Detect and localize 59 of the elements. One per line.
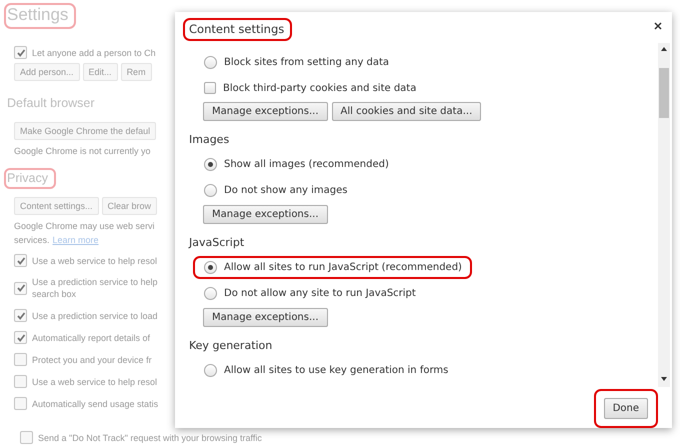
checkbox-label: Block third-party cookies and site data [223,82,416,94]
radio-button[interactable] [204,287,217,300]
radio-button[interactable] [204,56,217,69]
scrollbar[interactable] [658,43,670,387]
radio-label: Block sites from setting any data [224,57,390,68]
description-text: services. [14,235,50,245]
checkbox[interactable] [14,254,27,267]
checkbox-label: Use a prediction service to load [32,310,158,322]
checkbox-label: Automatically send usage statis [32,398,158,410]
checkbox[interactable] [14,375,27,388]
dialog-title: Content settings [183,18,292,41]
radio-label: Allow all sites to use key generation in forms [224,365,448,376]
checkbox[interactable] [14,397,27,410]
settings-button[interactable]: Clear brow [102,197,158,215]
checkbox-label: Let anyone add a person to Ch [32,46,156,58]
radio-button[interactable] [204,158,217,171]
checkbox[interactable] [14,331,27,344]
close-icon[interactable] [654,22,662,30]
checkbox-label: Automatically report details of [32,332,150,344]
checkbox-label: Use a prediction service to help search box [32,276,158,300]
section-heading: Images [189,133,230,146]
dialog-button[interactable]: Manage exceptions... [203,205,328,224]
scroll-up-arrow-icon[interactable] [661,47,667,51]
scrollbar-thumb[interactable] [659,68,669,118]
section-heading: JavaScript [189,236,246,249]
dialog-button[interactable]: Manage exceptions... [203,102,328,121]
page-title: Settings [4,3,76,29]
radio-label: Allow all sites to run JavaScript (recommended) [224,262,462,273]
description-text: Google Chrome is not currently yo [14,146,152,156]
settings-button[interactable]: Edit... [82,63,118,81]
radio-label: Show all images (recommended) [224,159,389,170]
checkbox[interactable] [14,282,27,294]
done-button[interactable]: Done [604,398,648,419]
radio-button[interactable] [204,261,217,274]
settings-button[interactable]: Make Google Chrome the defaul [14,122,156,140]
checkbox-label: Protect you and your device fr [32,354,152,366]
learn-more-link[interactable]: Learn more [52,235,99,245]
settings-button[interactable]: Content settings... [14,197,99,215]
scroll-down-arrow-icon[interactable] [661,377,667,381]
checkbox[interactable] [14,309,27,322]
checkbox-label: Use a web service to help resol [32,254,158,266]
checkbox[interactable] [20,431,33,444]
checkbox[interactable] [14,46,27,59]
radio-button[interactable] [204,184,217,197]
section-heading: Privacy [4,168,56,189]
description-text: Google Chrome may use web servi [14,221,156,231]
settings-button[interactable]: Add person... [14,63,80,81]
checkbox-label: Use a web service to help resol [32,376,158,388]
radio-label: Do not allow any site to run JavaScript [224,288,416,299]
checkbox-label: Send a "Do Not Track" request with your browsing traffic [38,432,262,444]
dialog-button[interactable]: All cookies and site data... [332,102,482,121]
radio-button[interactable] [204,364,217,377]
radio-label: Do not show any images [224,185,348,196]
checkbox[interactable] [204,82,216,94]
section-heading: Key generation [189,339,274,352]
section-heading: Default browser [6,95,96,112]
checkbox[interactable] [14,353,27,366]
settings-button[interactable]: Rem [120,63,152,81]
dialog-button[interactable]: Manage exceptions... [203,308,328,327]
